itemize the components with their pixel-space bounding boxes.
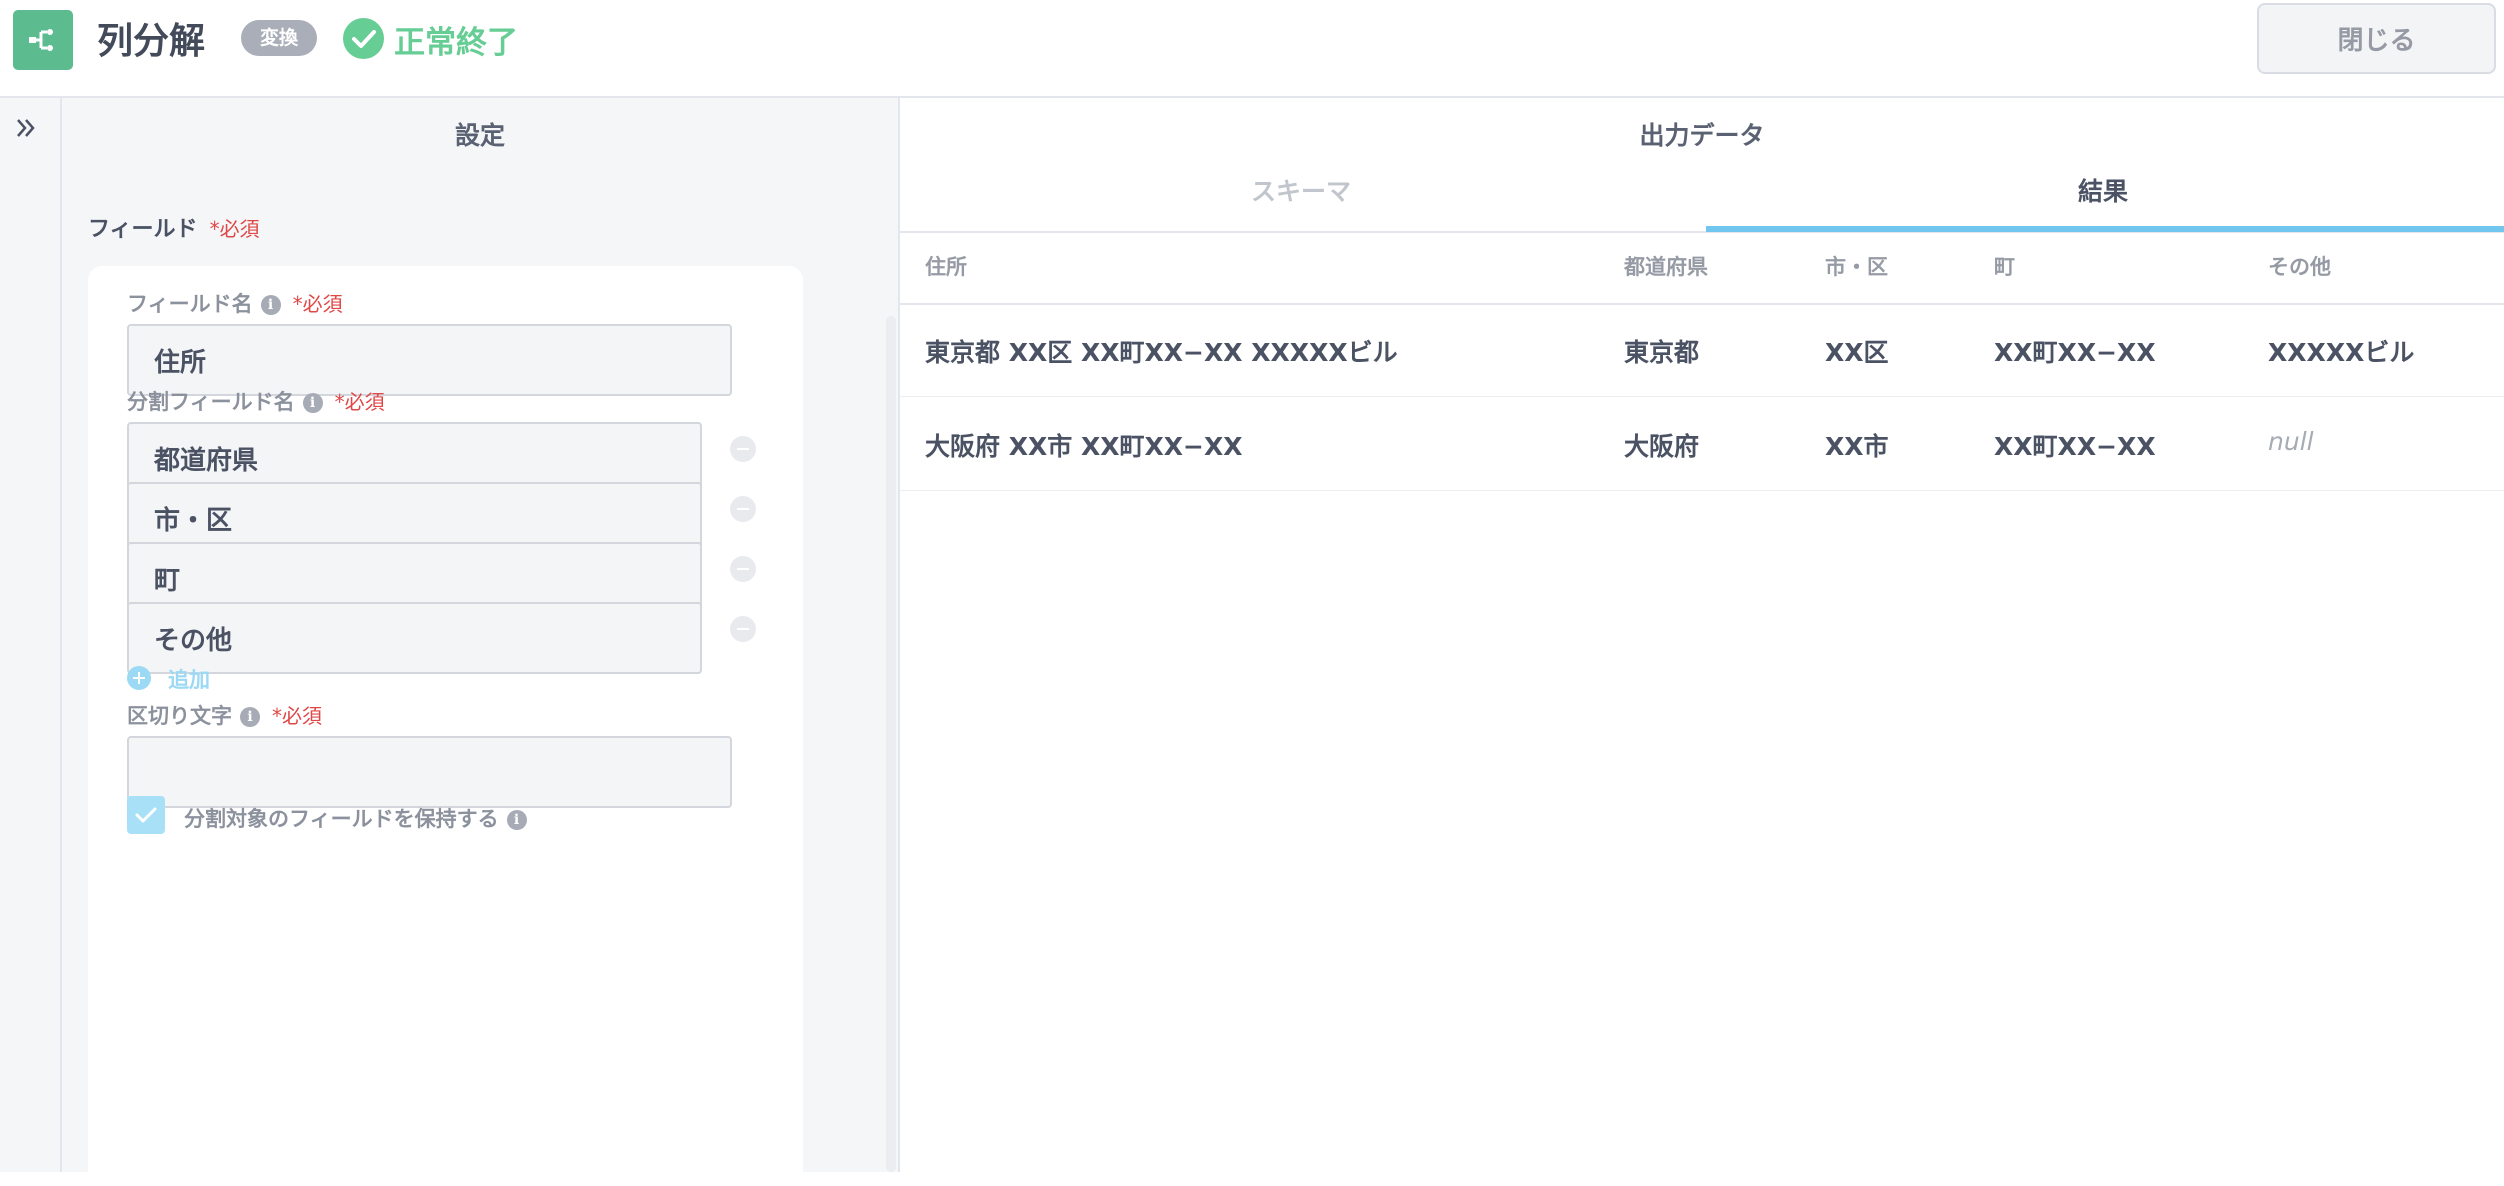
split-node-icon xyxy=(13,10,73,70)
required-marker: *必須 xyxy=(334,390,385,414)
table-cell: XX町XX−XX xyxy=(1994,432,2156,461)
keep-field-label: 分割対象のフィールドを保持する i xyxy=(184,803,527,833)
field-name-label-text: フィールド名 xyxy=(127,292,253,316)
add-field-label: 追加 xyxy=(168,668,210,692)
remove-circle-icon[interactable] xyxy=(730,496,756,522)
table-cell: 東京都 XX区 XX町XX−XX XXXXXビル xyxy=(925,338,1398,367)
table-cell: XXXXXビル xyxy=(2268,338,2415,367)
remove-circle-icon[interactable] xyxy=(730,556,756,582)
row-divider xyxy=(900,490,2504,491)
split-field-label: 分割フィールド名 i *必須 xyxy=(127,386,385,416)
active-tab-indicator xyxy=(1706,226,2504,232)
category-badge: 変換 xyxy=(241,20,317,56)
settings-scrollbar[interactable] xyxy=(886,316,896,1172)
side-rail xyxy=(0,98,62,1172)
settings-title: 設定 xyxy=(454,121,505,150)
split-field-input[interactable] xyxy=(127,602,702,674)
required-marker: *必須 xyxy=(272,704,322,728)
expand-chevrons-icon[interactable] xyxy=(15,116,37,140)
info-icon[interactable]: i xyxy=(240,707,260,727)
info-icon[interactable]: i xyxy=(260,295,281,315)
table-cell: XX市 xyxy=(1825,432,1889,461)
settings-panel: 設定 フィールド *必須 フィールド名 i *必須 分割フィールド名 i *必須 追加 区… xyxy=(62,98,900,1186)
status-text: 正常終了 xyxy=(394,25,518,61)
table-cell: XX町XX−XX xyxy=(1994,338,2156,367)
column-header[interactable]: 市・区 xyxy=(1825,251,1888,281)
page-title: 列分解 xyxy=(97,21,206,62)
column-header[interactable]: 都道府県 xyxy=(1624,251,1708,281)
delimiter-label: 区切り文字 i *必須 xyxy=(127,700,322,730)
info-icon[interactable]: i xyxy=(302,393,323,413)
field-settings-card: フィールド名 i *必須 分割フィールド名 i *必須 追加 区切り文字 i *必須 xyxy=(88,266,803,1186)
output-panel: 出力データ スキーマ 結果 住所 都道府県 市・区 町 その他 東京都 XX区 … xyxy=(900,98,2504,1172)
field-section-label: フィールド *必須 xyxy=(88,211,260,243)
required-marker: *必須 xyxy=(209,217,260,241)
table-cell: XX区 xyxy=(1825,338,1889,367)
check-circle-icon xyxy=(343,18,384,59)
remove-circle-icon[interactable] xyxy=(730,616,756,642)
keep-field-checkbox[interactable] xyxy=(127,796,165,834)
close-button[interactable]: 閉じる xyxy=(2257,3,2496,74)
table-cell: 東京都 xyxy=(1624,338,1700,367)
table-header-divider xyxy=(900,303,2504,305)
table-cell: 大阪府 XX市 XX町XX−XX xyxy=(925,432,1243,461)
split-field-label-text: 分割フィールド名 xyxy=(127,390,295,414)
table-cell: 大阪府 xyxy=(1624,432,1700,461)
tab-schema[interactable]: スキーマ xyxy=(900,156,1702,228)
field-name-label: フィールド名 i *必須 xyxy=(127,288,343,318)
column-header[interactable]: 町 xyxy=(1994,251,2015,281)
null-value-cell: null xyxy=(2268,427,2314,456)
delimiter-input[interactable] xyxy=(127,736,732,808)
tab-result[interactable]: 結果 xyxy=(1702,156,2504,228)
plus-circle-icon xyxy=(127,666,151,690)
required-marker: *必須 xyxy=(292,292,343,316)
column-header[interactable]: その他 xyxy=(2268,251,2331,281)
field-section-text: フィールド xyxy=(88,217,198,242)
info-icon[interactable]: i xyxy=(506,810,527,830)
column-header[interactable]: 住所 xyxy=(925,251,967,281)
row-divider xyxy=(900,396,2504,397)
remove-circle-icon[interactable] xyxy=(730,436,756,462)
delimiter-label-text: 区切り文字 xyxy=(127,704,232,728)
keep-field-label-text: 分割対象のフィールドを保持する xyxy=(184,807,499,831)
header-bar: 列分解 変換 正常終了 閉じる xyxy=(0,0,2504,98)
output-title: 出力データ xyxy=(1639,121,1765,150)
